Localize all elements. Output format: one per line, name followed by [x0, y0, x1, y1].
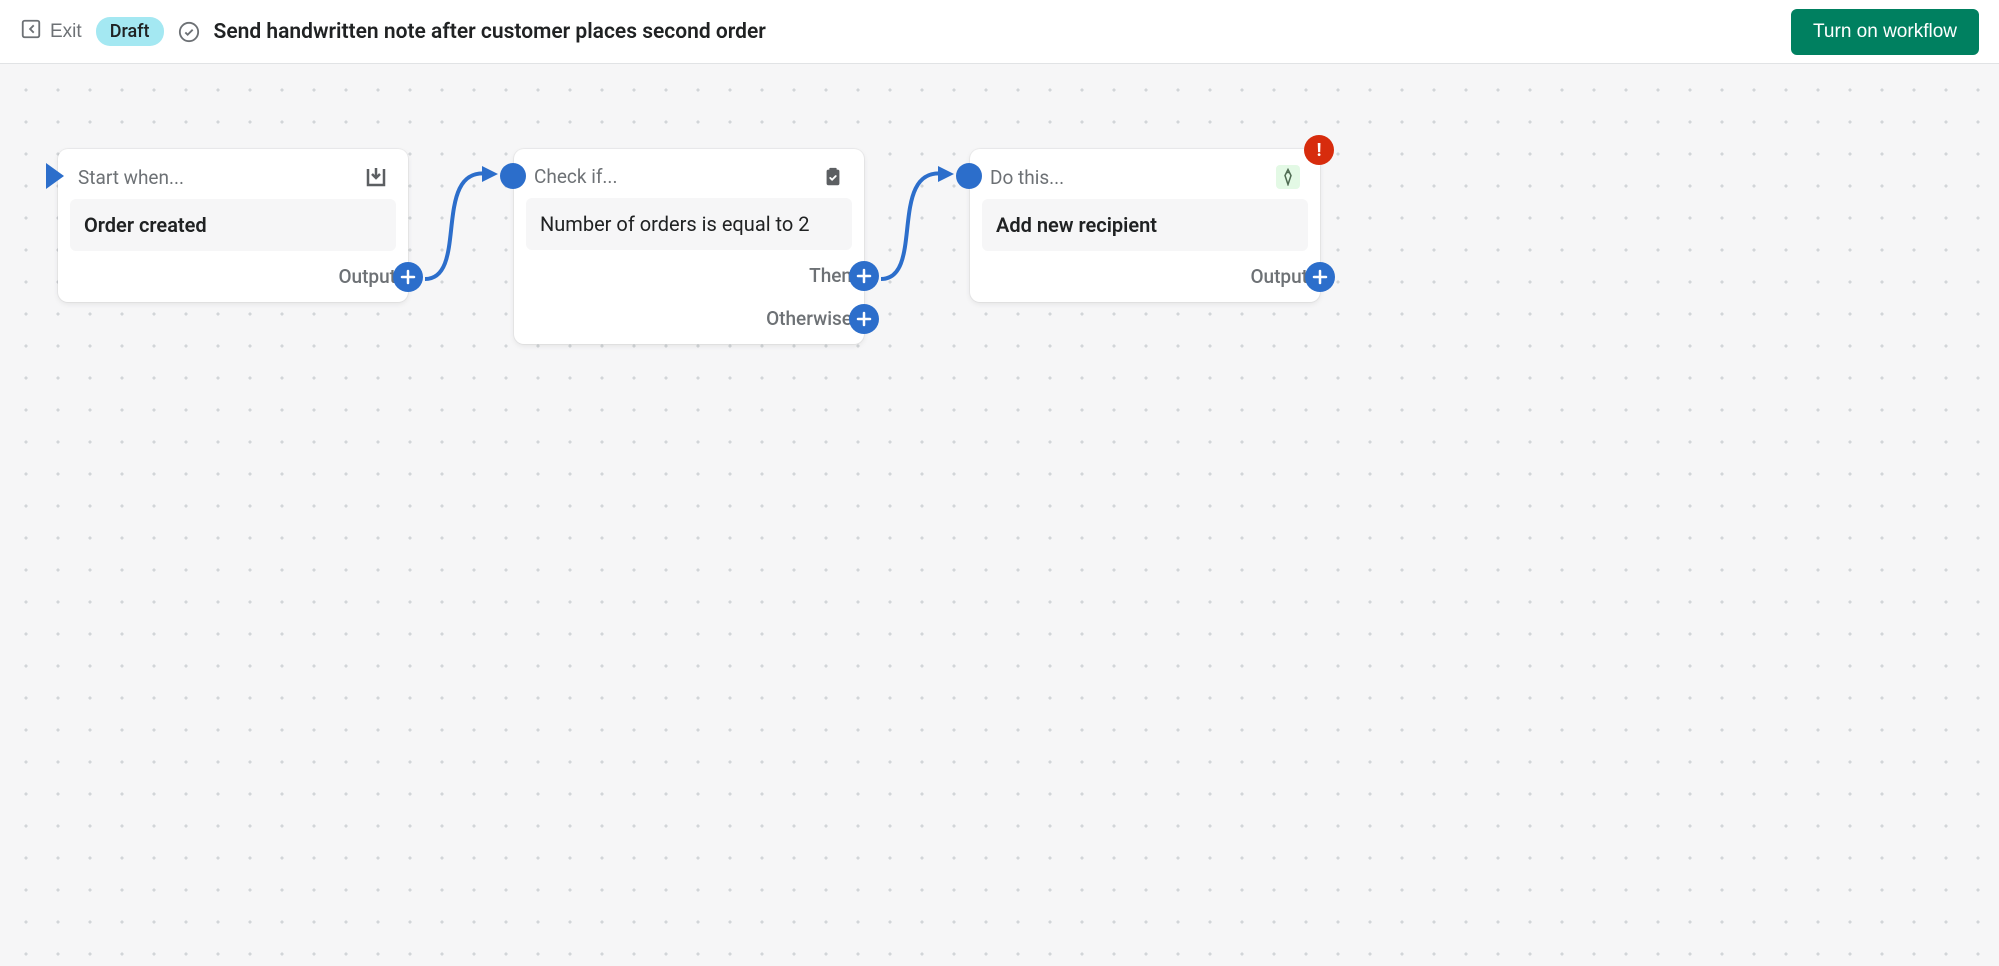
exit-icon — [20, 18, 42, 46]
output-row-otherwise: Otherwise — [526, 307, 852, 330]
clipboard-check-icon — [822, 166, 844, 188]
node-outputs: Output — [70, 251, 396, 288]
node-body-condition: Number of orders is equal to 2 — [526, 198, 852, 250]
add-step-button[interactable] — [393, 262, 423, 292]
output-row: Output — [982, 265, 1308, 288]
output-label: Output — [338, 265, 396, 288]
exit-label: Exit — [50, 21, 82, 43]
output-label-otherwise: Otherwise — [766, 307, 852, 330]
node-outputs: Output — [982, 251, 1308, 288]
start-flag-icon — [44, 161, 66, 191]
output-row: Output — [70, 265, 396, 288]
node-body-action: Add new recipient — [982, 199, 1308, 251]
pen-app-icon — [1276, 165, 1300, 189]
import-icon — [364, 165, 388, 189]
node-outputs: Then Otherwise — [526, 250, 852, 330]
checkmark-circle-icon — [178, 21, 200, 43]
node-header-label: Check if... — [534, 165, 617, 188]
status-badge: Draft — [96, 17, 164, 46]
header-left: Exit Draft Send handwritten note after c… — [20, 17, 766, 46]
node-header: Check if... — [526, 163, 852, 198]
turn-on-workflow-button[interactable]: Turn on workflow — [1791, 9, 1979, 55]
alert-icon[interactable]: ! — [1304, 135, 1334, 165]
header-bar: Exit Draft Send handwritten note after c… — [0, 0, 1999, 64]
output-label-then: Then — [809, 264, 852, 287]
node-body-trigger: Order created — [70, 199, 396, 251]
exit-button[interactable]: Exit — [20, 18, 82, 46]
page-title[interactable]: Send handwritten note after customer pla… — [214, 20, 766, 44]
node-header-label: Do this... — [990, 166, 1064, 189]
node-header: Do this... — [982, 163, 1308, 199]
node-action[interactable]: ! Do this... Add new recipient Output — [970, 149, 1320, 302]
node-header-label: Start when... — [78, 166, 184, 189]
output-label: Output — [1250, 265, 1308, 288]
node-trigger[interactable]: Start when... Order created Output — [58, 149, 408, 302]
workflow-canvas[interactable]: Start when... Order created Output Chec — [0, 64, 1999, 966]
node-condition[interactable]: Check if... Number of orders is equal to… — [514, 149, 864, 344]
output-row-then: Then — [526, 264, 852, 287]
node-input-anchor — [956, 163, 982, 189]
add-step-button[interactable] — [1305, 262, 1335, 292]
node-header: Start when... — [70, 163, 396, 199]
add-step-button[interactable] — [849, 261, 879, 291]
add-step-button[interactable] — [849, 304, 879, 334]
node-input-anchor — [500, 163, 526, 189]
